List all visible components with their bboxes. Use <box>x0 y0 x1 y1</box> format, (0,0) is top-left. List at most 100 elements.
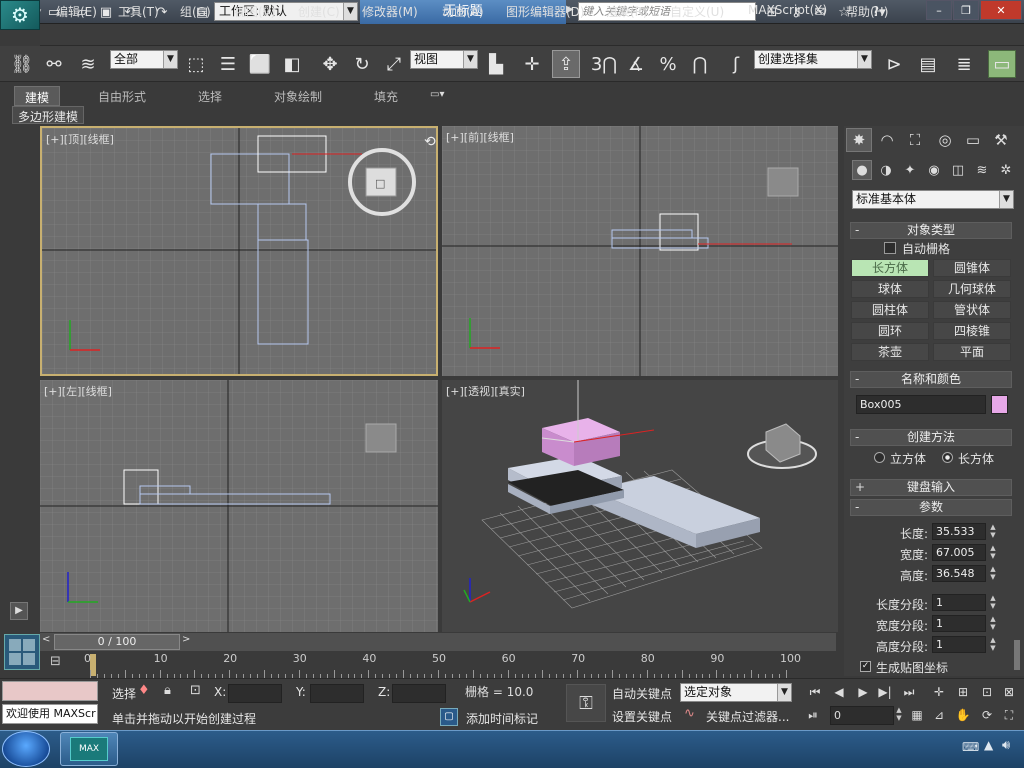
length-spinner-icon[interactable]: ▲ ▼ <box>988 523 998 540</box>
width-segs-input[interactable]: 1 <box>932 615 986 632</box>
ribbon-tab-object-paint[interactable]: 对象绘制 <box>264 86 332 106</box>
create-tab-icon[interactable]: ✸ <box>846 128 872 152</box>
rectangular-selection-icon[interactable]: ⬜ <box>246 50 274 78</box>
command-panel-scrollbar[interactable] <box>1014 640 1020 670</box>
y-coord-input[interactable] <box>310 684 364 703</box>
pyramid-button[interactable]: 四棱锥 <box>933 322 1011 340</box>
viewcube-home-icon[interactable]: ⟲ <box>424 134 436 150</box>
viewport-layout-icon[interactable] <box>4 634 40 670</box>
viewport-top[interactable]: □ [+][顶][线框] ⟲ <box>40 126 438 376</box>
tray-expand-icon[interactable]: ▲ <box>984 738 993 752</box>
ribbon-sub-tab-polygon-modeling[interactable]: 多边形建模 <box>12 106 85 124</box>
isolate-bulb-icon[interactable]: ♦ <box>138 683 150 698</box>
volume-icon[interactable]: 🔊︎ <box>1002 738 1010 753</box>
app-menu-button[interactable]: ⚙ <box>0 0 40 30</box>
prev-frame-icon[interactable]: < <box>42 634 54 650</box>
selection-filter-dropdown[interactable]: 全部 ▼ <box>110 50 178 69</box>
menu-customize[interactable]: 自定义(U) <box>670 3 724 20</box>
restore-button[interactable]: ❐ <box>953 0 979 20</box>
ribbon-tab-populate[interactable]: 填充 <box>364 86 408 106</box>
search-input[interactable]: 键入关键字或短语 <box>578 2 756 21</box>
mirror-icon[interactable]: ⊳ <box>880 50 908 78</box>
next-frame-icon[interactable]: ▶| <box>876 683 894 701</box>
save-file-icon[interactable]: ▣ <box>96 3 116 21</box>
viewport-top-label[interactable]: [+][顶][线框] <box>46 131 114 147</box>
spinner-snap-icon[interactable]: ⋂ <box>686 50 714 78</box>
zoom-extents-icon[interactable]: ⊡ <box>978 683 996 701</box>
utilities-tab-icon[interactable]: ⚒ <box>988 128 1014 152</box>
go-to-end-icon[interactable]: ⏭ <box>900 683 918 701</box>
play-icon[interactable]: ▶ <box>854 683 872 701</box>
sphere-button[interactable]: 球体 <box>851 280 929 298</box>
key-filters-button[interactable]: 关键点过滤器... <box>706 708 789 725</box>
next-frame-icon[interactable]: > <box>182 634 194 650</box>
select-manipulate-icon[interactable]: ✛ <box>518 50 546 78</box>
viewport-perspective[interactable]: [+][透视][真实] <box>442 380 838 632</box>
time-slider[interactable]: < 0 / 100 > <box>40 633 836 651</box>
previous-frame-icon[interactable]: ◀ <box>830 683 848 701</box>
height-spinner-icon[interactable]: ▲ ▼ <box>988 565 998 582</box>
category-dropdown[interactable]: 标准基本体 ▼ <box>852 190 1014 209</box>
menu-edit[interactable]: 编辑(E) <box>56 3 97 20</box>
selection-lock-icon[interactable]: 🔒︎ <box>164 683 171 698</box>
object-color-swatch[interactable] <box>991 395 1008 414</box>
orbit-icon[interactable]: ⟳ <box>978 706 996 724</box>
menu-tools[interactable]: 工具(T) <box>118 3 159 20</box>
viewport-front[interactable]: [+][前][线框] <box>442 126 838 376</box>
cone-button[interactable]: 圆锥体 <box>933 259 1011 277</box>
select-object-icon[interactable]: ⬚ <box>182 50 210 78</box>
box-radio[interactable] <box>942 452 953 463</box>
width-segs-spinner-icon[interactable]: ▲ ▼ <box>988 615 998 632</box>
helpers-icon[interactable]: ◫ <box>948 160 968 180</box>
tube-button[interactable]: 管状体 <box>933 301 1011 319</box>
start-button[interactable] <box>2 731 50 767</box>
pan-view-icon[interactable]: ✋ <box>954 706 972 724</box>
snaps-toggle-icon[interactable]: 3 ⋂ <box>590 50 618 78</box>
set-key-button[interactable]: 设置关键点 <box>612 708 672 725</box>
reference-coordinate-dropdown[interactable]: 视图 ▼ <box>410 50 478 69</box>
height-input[interactable]: 36.548 <box>932 565 986 582</box>
minimize-button[interactable]: – <box>926 0 952 20</box>
menu-modifiers[interactable]: 修改器(M) <box>362 3 418 20</box>
menu-group[interactable]: 组(G) <box>180 3 211 20</box>
edit-named-selection-icon[interactable]: ʃ <box>722 50 750 78</box>
expand-viewport-layout-icon[interactable]: ▶ <box>10 602 28 620</box>
bind-space-warp-icon[interactable]: ≋ <box>74 50 102 78</box>
go-to-start-icon[interactable]: ⏮ <box>806 683 824 701</box>
object-type-rollout-header[interactable]: - 对象类型 <box>850 222 1012 239</box>
ribbon-tab-selection[interactable]: 选择 <box>188 86 232 106</box>
ribbon-options-icon[interactable]: ▭▾ <box>430 89 454 103</box>
lights-icon[interactable]: ✦ <box>900 160 920 180</box>
menu-animation[interactable]: 动画(A) <box>442 3 484 20</box>
select-by-name-icon[interactable]: ☰ <box>214 50 242 78</box>
select-and-move-icon[interactable]: ✥ <box>316 50 344 78</box>
time-tag-icon[interactable]: ▢ <box>440 708 458 726</box>
maxscript-mini-listener-top[interactable] <box>2 681 98 701</box>
width-spinner-icon[interactable]: ▲ ▼ <box>988 544 998 561</box>
ribbon-tab-freeform[interactable]: 自由形式 <box>88 86 156 106</box>
zoom-icon[interactable]: ✛ <box>930 683 948 701</box>
absolute-offset-icon[interactable]: ⊡ <box>190 683 201 698</box>
width-input[interactable]: 67.005 <box>932 544 986 561</box>
teapot-button[interactable]: 茶壶 <box>851 343 929 361</box>
viewport-perspective-label[interactable]: [+][透视][真实] <box>446 383 525 399</box>
creation-method-rollout-header[interactable]: - 创建方法 <box>850 429 1012 446</box>
cube-radio[interactable] <box>874 452 885 463</box>
set-key-icon[interactable]: ⚿ <box>566 684 606 722</box>
modify-tab-icon[interactable]: ◠ <box>874 128 900 152</box>
gen-uv-checkbox[interactable]: ✓ <box>860 661 871 672</box>
z-coord-input[interactable] <box>392 684 446 703</box>
select-and-link-icon[interactable]: ⛓ <box>8 50 36 78</box>
taskbar-3dsmax-button[interactable]: MAX <box>60 732 118 766</box>
add-time-tag-button[interactable]: 添加时间标记 <box>466 710 538 727</box>
graphite-tools-toggle-icon[interactable]: ▭ <box>988 50 1016 78</box>
cameras-icon[interactable]: ◉ <box>924 160 944 180</box>
torus-button[interactable]: 圆环 <box>851 322 929 340</box>
menu-maxscript[interactable]: MAXScript(X) <box>748 3 827 17</box>
name-color-rollout-header[interactable]: - 名称和颜色 <box>850 371 1012 388</box>
ribbon-tab-modeling[interactable]: 建模 <box>14 86 61 106</box>
select-and-scale-icon[interactable]: ⤢ <box>380 50 408 78</box>
pivot-center-icon[interactable]: ▙ <box>482 50 510 78</box>
menu-views[interactable]: 视图(V) <box>234 3 276 20</box>
autogrid-checkbox[interactable] <box>884 242 896 254</box>
